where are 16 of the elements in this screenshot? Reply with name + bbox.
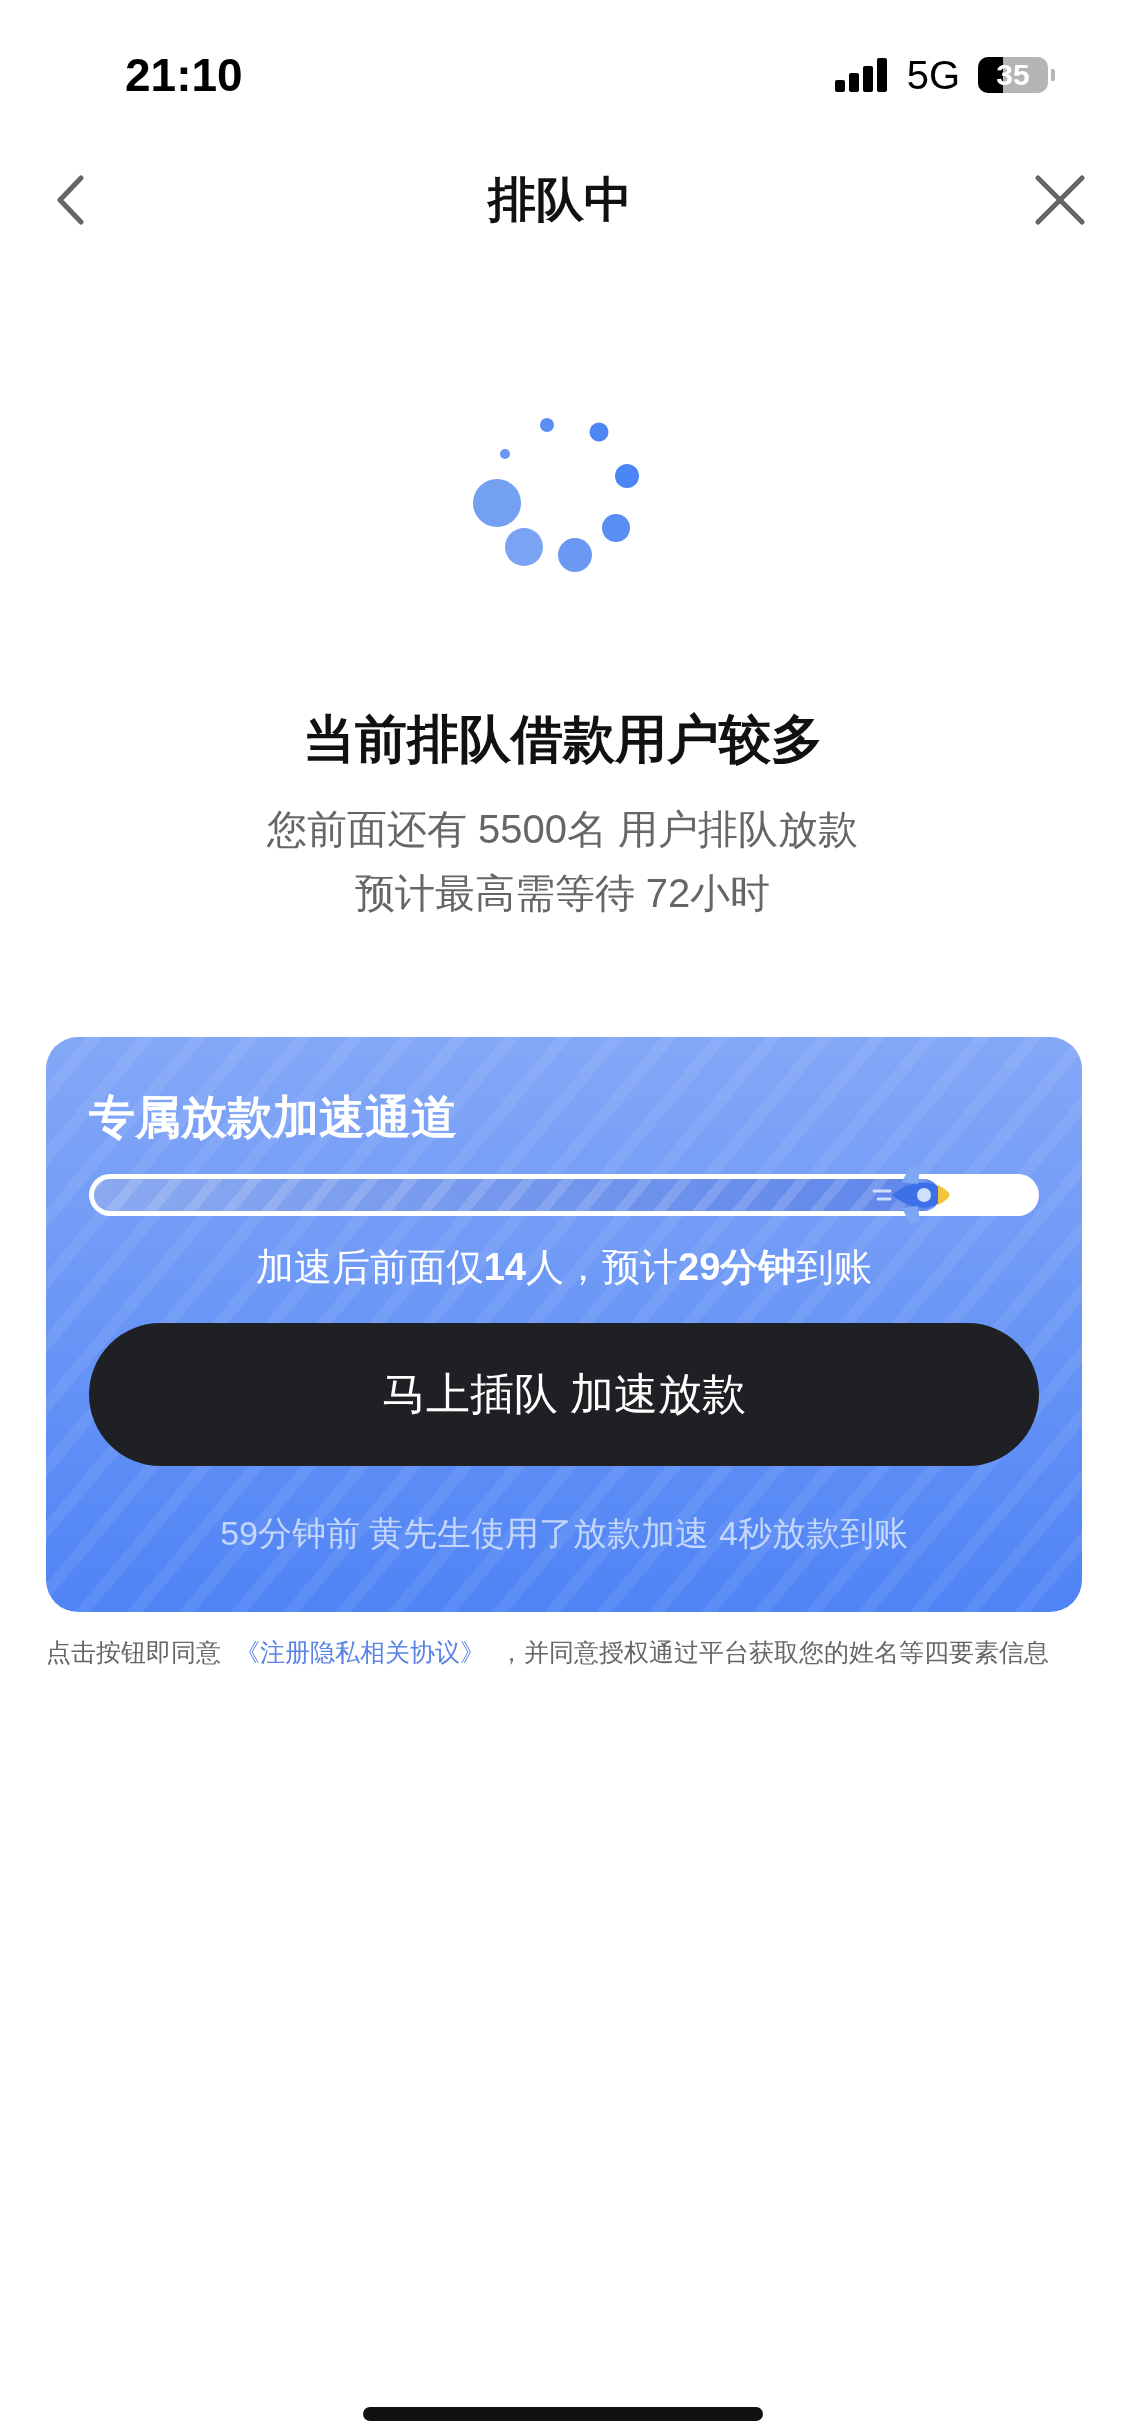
queue-info-text: 您前面还有 5500名 用户排队放款	[266, 806, 859, 853]
network-label: 5G	[906, 52, 960, 98]
close-icon[interactable]	[1035, 175, 1085, 225]
agreement-link[interactable]: 《注册隐私相关协议》	[235, 1638, 485, 1666]
rocket-icon	[872, 1164, 952, 1226]
queue-info-text: 预计最高需等待 72小时	[354, 870, 771, 917]
page-title: 排队中	[488, 172, 632, 228]
boost-button[interactable]: 马上插队 加速放款	[89, 1323, 1039, 1466]
status-time: 21:10	[125, 48, 243, 102]
queue-heading: 当前排队借款用户较多	[302, 709, 823, 770]
back-icon[interactable]	[55, 175, 85, 225]
card-title: 专属放款加速通道	[89, 1090, 458, 1145]
signal-icon	[834, 58, 889, 92]
boost-summary: 加速后前面仅14人，预计29分钟到账	[254, 1245, 874, 1290]
boost-note: 59分钟前 黄先生使用了放款加速 4秒放款到账	[219, 1513, 909, 1554]
agreement-text: 点击按钮即同意 《注册隐私相关协议》 ，并同意授权通过平台获取您的姓名等四要素信息	[46, 1637, 1050, 1668]
